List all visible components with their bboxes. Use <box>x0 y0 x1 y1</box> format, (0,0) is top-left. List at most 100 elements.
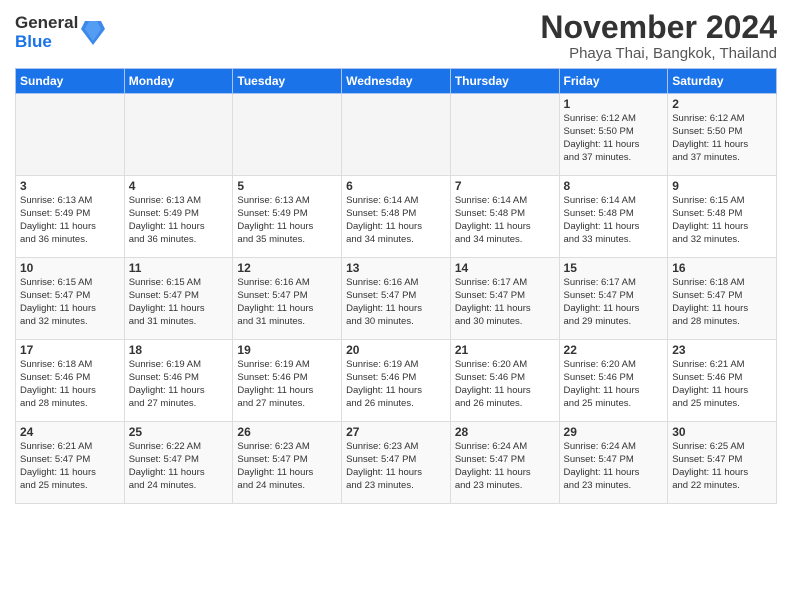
day-info: Sunrise: 6:13 AMSunset: 5:49 PMDaylight:… <box>20 195 120 246</box>
day-number: 22 <box>564 343 664 357</box>
day-info: Sunrise: 6:17 AMSunset: 5:47 PMDaylight:… <box>564 277 664 328</box>
calendar-cell: 15 Sunrise: 6:17 AMSunset: 5:47 PMDayligh… <box>559 258 668 340</box>
day-number: 16 <box>672 261 772 275</box>
day-number: 2 <box>672 97 772 111</box>
day-number: 25 <box>129 425 229 439</box>
calendar-cell: 14 Sunrise: 6:17 AMSunset: 5:47 PMDayligh… <box>450 258 559 340</box>
calendar-cell <box>233 94 342 176</box>
day-info: Sunrise: 6:15 AMSunset: 5:48 PMDaylight:… <box>672 195 772 246</box>
calendar-cell: 3 Sunrise: 6:13 AMSunset: 5:49 PMDaylight… <box>16 176 125 258</box>
day-number: 7 <box>455 179 555 193</box>
day-info: Sunrise: 6:23 AMSunset: 5:47 PMDaylight:… <box>346 441 446 492</box>
calendar-cell: 9 Sunrise: 6:15 AMSunset: 5:48 PMDaylight… <box>668 176 777 258</box>
calendar-cell: 10 Sunrise: 6:15 AMSunset: 5:47 PMDayligh… <box>16 258 125 340</box>
calendar-cell: 30Sunrise: 6:25 AMSunset: 5:47 PMDayligh… <box>668 422 777 504</box>
location-subtitle: Phaya Thai, Bangkok, Thailand <box>540 45 777 62</box>
day-number: 29 <box>564 425 664 439</box>
day-number: 5 <box>237 179 337 193</box>
week-row-1: 1 Sunrise: 6:12 AMSunset: 5:50 PMDaylight… <box>16 94 777 176</box>
day-info: Sunrise: 6:12 AMSunset: 5:50 PMDaylight:… <box>564 113 664 164</box>
day-info: Sunrise: 6:19 AMSunset: 5:46 PMDaylight:… <box>129 359 229 410</box>
day-number: 4 <box>129 179 229 193</box>
day-info: Sunrise: 6:21 AMSunset: 5:47 PMDaylight:… <box>20 441 120 492</box>
calendar-cell: 21Sunrise: 6:20 AMSunset: 5:46 PMDayligh… <box>450 340 559 422</box>
logo-icon <box>81 19 105 47</box>
day-info: Sunrise: 6:25 AMSunset: 5:47 PMDaylight:… <box>672 441 772 492</box>
calendar-cell: 23 Sunrise: 6:21 AMSunset: 5:46 PMDayligh… <box>668 340 777 422</box>
calendar-cell: 13 Sunrise: 6:16 AMSunset: 5:47 PMDayligh… <box>342 258 451 340</box>
calendar-cell: 4 Sunrise: 6:13 AMSunset: 5:49 PMDaylight… <box>124 176 233 258</box>
day-number: 15 <box>564 261 664 275</box>
calendar-cell: 16 Sunrise: 6:18 AMSunset: 5:47 PMDayligh… <box>668 258 777 340</box>
week-row-4: 17Sunrise: 6:18 AMSunset: 5:46 PMDayligh… <box>16 340 777 422</box>
day-info: Sunrise: 6:19 AMSunset: 5:46 PMDaylight:… <box>346 359 446 410</box>
col-header-tuesday: Tuesday <box>233 69 342 94</box>
day-info: Sunrise: 6:14 AMSunset: 5:48 PMDaylight:… <box>564 195 664 246</box>
day-info: Sunrise: 6:24 AMSunset: 5:47 PMDaylight:… <box>564 441 664 492</box>
day-number: 13 <box>346 261 446 275</box>
day-info: Sunrise: 6:14 AMSunset: 5:48 PMDaylight:… <box>346 195 446 246</box>
day-number: 18 <box>129 343 229 357</box>
day-info: Sunrise: 6:16 AMSunset: 5:47 PMDaylight:… <box>346 277 446 328</box>
title-area: November 2024 Phaya Thai, Bangkok, Thail… <box>540 10 777 62</box>
calendar-cell: 22 Sunrise: 6:20 AMSunset: 5:46 PMDayligh… <box>559 340 668 422</box>
day-info: Sunrise: 6:21 AMSunset: 5:46 PMDaylight:… <box>672 359 772 410</box>
day-number: 24 <box>20 425 120 439</box>
day-number: 3 <box>20 179 120 193</box>
calendar-cell: 28Sunrise: 6:24 AMSunset: 5:47 PMDayligh… <box>450 422 559 504</box>
day-number: 23 <box>672 343 772 357</box>
calendar-cell: 24 Sunrise: 6:21 AMSunset: 5:47 PMDayligh… <box>16 422 125 504</box>
day-info: Sunrise: 6:23 AMSunset: 5:47 PMDaylight:… <box>237 441 337 492</box>
week-row-3: 10 Sunrise: 6:15 AMSunset: 5:47 PMDayligh… <box>16 258 777 340</box>
col-header-sunday: Sunday <box>16 69 125 94</box>
day-info: Sunrise: 6:15 AMSunset: 5:47 PMDaylight:… <box>129 277 229 328</box>
day-info: Sunrise: 6:16 AMSunset: 5:47 PMDaylight:… <box>237 277 337 328</box>
calendar-cell: 1 Sunrise: 6:12 AMSunset: 5:50 PMDaylight… <box>559 94 668 176</box>
day-number: 27 <box>346 425 446 439</box>
calendar-cell: 27 Sunrise: 6:23 AMSunset: 5:47 PMDayligh… <box>342 422 451 504</box>
header-row: SundayMondayTuesdayWednesdayThursdayFrid… <box>16 69 777 94</box>
day-info: Sunrise: 6:18 AMSunset: 5:47 PMDaylight:… <box>672 277 772 328</box>
col-header-monday: Monday <box>124 69 233 94</box>
day-info: Sunrise: 6:13 AMSunset: 5:49 PMDaylight:… <box>237 195 337 246</box>
calendar-cell <box>16 94 125 176</box>
day-info: Sunrise: 6:20 AMSunset: 5:46 PMDaylight:… <box>564 359 664 410</box>
day-info: Sunrise: 6:17 AMSunset: 5:47 PMDaylight:… <box>455 277 555 328</box>
day-number: 1 <box>564 97 664 111</box>
calendar-cell: 8 Sunrise: 6:14 AMSunset: 5:48 PMDaylight… <box>559 176 668 258</box>
day-number: 12 <box>237 261 337 275</box>
calendar-cell <box>124 94 233 176</box>
day-number: 19 <box>237 343 337 357</box>
calendar-table: SundayMondayTuesdayWednesdayThursdayFrid… <box>15 68 777 504</box>
day-info: Sunrise: 6:19 AMSunset: 5:46 PMDaylight:… <box>237 359 337 410</box>
day-info: Sunrise: 6:13 AMSunset: 5:49 PMDaylight:… <box>129 195 229 246</box>
day-info: Sunrise: 6:12 AMSunset: 5:50 PMDaylight:… <box>672 113 772 164</box>
day-number: 28 <box>455 425 555 439</box>
calendar-cell: 5 Sunrise: 6:13 AMSunset: 5:49 PMDaylight… <box>233 176 342 258</box>
day-info: Sunrise: 6:20 AMSunset: 5:46 PMDaylight:… <box>455 359 555 410</box>
col-header-friday: Friday <box>559 69 668 94</box>
calendar-cell: 12 Sunrise: 6:16 AMSunset: 5:47 PMDayligh… <box>233 258 342 340</box>
col-header-saturday: Saturday <box>668 69 777 94</box>
day-number: 11 <box>129 261 229 275</box>
header: General Blue November 2024 Phaya Thai, B… <box>15 10 777 62</box>
day-number: 10 <box>20 261 120 275</box>
calendar-cell: 11 Sunrise: 6:15 AMSunset: 5:47 PMDayligh… <box>124 258 233 340</box>
day-info: Sunrise: 6:22 AMSunset: 5:47 PMDaylight:… <box>129 441 229 492</box>
day-number: 9 <box>672 179 772 193</box>
calendar-cell: 18 Sunrise: 6:19 AMSunset: 5:46 PMDayligh… <box>124 340 233 422</box>
calendar-cell: 2 Sunrise: 6:12 AMSunset: 5:50 PMDaylight… <box>668 94 777 176</box>
col-header-wednesday: Wednesday <box>342 69 451 94</box>
day-info: Sunrise: 6:15 AMSunset: 5:47 PMDaylight:… <box>20 277 120 328</box>
day-number: 20 <box>346 343 446 357</box>
calendar-cell: 6 Sunrise: 6:14 AMSunset: 5:48 PMDaylight… <box>342 176 451 258</box>
day-number: 6 <box>346 179 446 193</box>
calendar-cell: 26Sunrise: 6:23 AMSunset: 5:47 PMDayligh… <box>233 422 342 504</box>
day-info: Sunrise: 6:18 AMSunset: 5:46 PMDaylight:… <box>20 359 120 410</box>
calendar-cell: 17Sunrise: 6:18 AMSunset: 5:46 PMDayligh… <box>16 340 125 422</box>
week-row-5: 24 Sunrise: 6:21 AMSunset: 5:47 PMDayligh… <box>16 422 777 504</box>
day-number: 14 <box>455 261 555 275</box>
day-number: 8 <box>564 179 664 193</box>
calendar-cell <box>342 94 451 176</box>
calendar-cell: 29 Sunrise: 6:24 AMSunset: 5:47 PMDayligh… <box>559 422 668 504</box>
